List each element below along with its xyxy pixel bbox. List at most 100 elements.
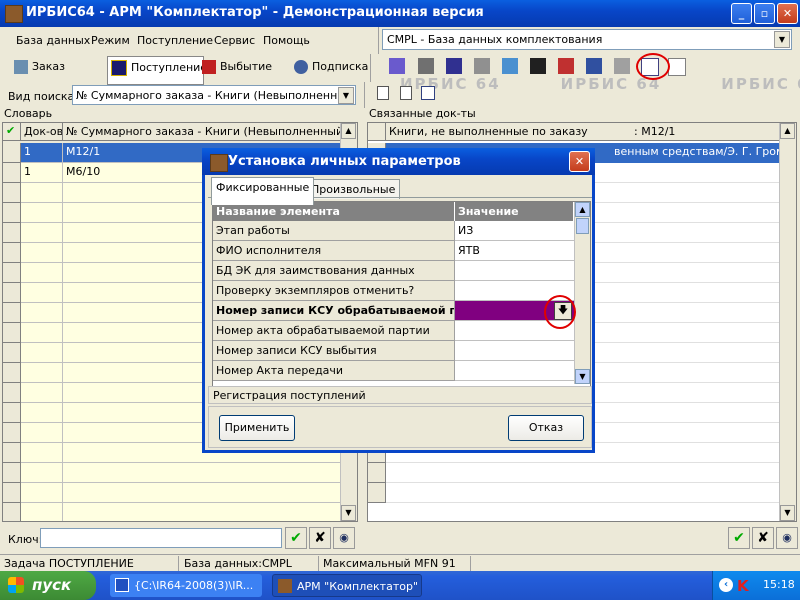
search-type-select[interactable]: № Суммарного заказа - Книги (Невыполненн… (72, 85, 356, 105)
view-icon[interactable]: ◉ (333, 527, 355, 549)
app-icon (5, 5, 23, 23)
tab-subscription[interactable]: Подписка (294, 60, 368, 84)
check-icon[interactable]: ✔ (3, 123, 21, 141)
divider (178, 556, 179, 571)
view-icon[interactable]: ◉ (776, 527, 798, 549)
close-button[interactable]: ✕ (777, 3, 798, 24)
document-icon[interactable] (389, 58, 405, 74)
divider (364, 82, 365, 108)
scroll-thumb[interactable] (576, 218, 589, 234)
book-icon[interactable] (586, 58, 602, 74)
scroll-down-icon[interactable]: ▼ (341, 505, 356, 521)
scroll-up-icon[interactable]: ▲ (341, 123, 356, 139)
restore-button[interactable]: ▫ (754, 3, 775, 24)
tab-fixed[interactable]: Фиксированные (211, 177, 315, 205)
tray-arrow-icon[interactable]: ‹ (719, 578, 733, 592)
row-count (21, 363, 63, 383)
start-button[interactable]: пуск (0, 571, 96, 600)
list-icon[interactable] (502, 58, 518, 74)
row-header (3, 323, 21, 343)
cancel-button[interactable]: Отказ (508, 415, 584, 441)
key-input[interactable] (40, 528, 282, 548)
table-row[interactable] (3, 503, 341, 521)
table-row[interactable] (386, 463, 782, 483)
info-panel: Регистрация поступлений (208, 386, 592, 404)
row-header-corner (368, 123, 386, 141)
menu-receipt[interactable]: Поступление (137, 34, 213, 47)
parameter-value[interactable] (455, 361, 574, 381)
refresh-icon[interactable] (668, 58, 686, 76)
tab-disposal[interactable]: Выбытие (202, 60, 272, 84)
table-row[interactable] (3, 483, 341, 503)
menu-help[interactable]: Помощь (263, 34, 310, 47)
vertical-scrollbar[interactable]: ▲ ▼ (574, 202, 590, 384)
taskbar-item-app[interactable]: АРМ "Комплектатор" (272, 574, 422, 597)
column-header-value[interactable]: Значение (455, 202, 574, 221)
print-icon[interactable] (418, 58, 434, 74)
column-header-value[interactable]: № Суммарного заказа - Книги (Невыполненн… (63, 123, 341, 141)
parameter-value[interactable]: ИЗ (455, 221, 574, 241)
menu-database[interactable]: База данных (16, 34, 90, 47)
parameter-row[interactable]: БД ЭК для заимствования данных (213, 261, 574, 281)
status-db: База данных:CMPL (184, 557, 292, 570)
database-select[interactable]: CMPL - База данных комплектования ▼ (382, 29, 792, 50)
parameter-row[interactable]: ФИО исполнителя ЯТВ (213, 241, 574, 261)
table-row[interactable] (3, 463, 341, 483)
row-header (3, 463, 21, 483)
vertical-scrollbar[interactable]: ▲ ▼ (779, 123, 796, 521)
scroll-down-icon[interactable]: ▼ (575, 369, 590, 384)
chevron-down-icon[interactable]: ▼ (338, 87, 354, 104)
parameter-row[interactable]: Проверку экземпляров отменить? (213, 281, 574, 301)
minimize-button[interactable]: _ (731, 3, 752, 24)
chevron-down-icon[interactable]: ▼ (774, 31, 790, 48)
scroll-up-icon[interactable]: ▲ (575, 202, 590, 217)
button-panel: Применить Отказ (208, 406, 592, 448)
dialog-close-button[interactable]: ✕ (569, 151, 590, 172)
tab-disposal-label: Выбытие (220, 60, 273, 73)
cancel-filter-icon[interactable]: ✘ (752, 527, 774, 549)
parameter-row[interactable]: Номер записи КСУ выбытия (213, 341, 574, 361)
tool-icon[interactable] (614, 58, 630, 74)
tab-custom[interactable]: Произвольные (306, 179, 401, 199)
parameter-row[interactable]: Этап работы ИЗ (213, 221, 574, 241)
row-count (21, 183, 63, 203)
cancel-filter-icon[interactable]: ✘ (309, 527, 331, 549)
parameters-grid[interactable]: Название элемента Значение Этап работы ИЗ… (212, 201, 591, 387)
column-header-count[interactable]: Док-ов (21, 123, 63, 141)
app-icon (278, 579, 292, 593)
confirm-icon[interactable]: ✔ (285, 527, 307, 549)
tab-order[interactable]: Заказ (14, 60, 65, 84)
parameter-value[interactable]: ЯТВ (455, 241, 574, 261)
report-icon[interactable] (530, 58, 546, 74)
new-document-icon[interactable] (377, 86, 389, 100)
copy-icon[interactable] (446, 58, 462, 74)
pages-icon[interactable] (474, 58, 490, 74)
antivirus-icon[interactable]: K (737, 577, 749, 595)
tab-order-label: Заказ (32, 60, 66, 73)
parameter-row[interactable]: Номер Акта передачи (213, 361, 574, 381)
row-header (3, 263, 21, 283)
menu-service[interactable]: Сервис (214, 34, 255, 47)
scroll-up-icon[interactable]: ▲ (780, 123, 795, 139)
scroll-down-icon[interactable]: ▼ (780, 505, 795, 521)
tree-icon[interactable] (421, 86, 435, 100)
tab-receipt[interactable]: Поступление (107, 56, 207, 85)
subscription-icon (294, 60, 308, 74)
parameter-row[interactable]: Номер записи КСУ обрабатываемой партии🡇 (213, 301, 574, 321)
parameter-value[interactable] (455, 341, 574, 361)
table-row[interactable] (386, 483, 782, 503)
taskbar-item-label: АРМ "Комплектатор" (297, 580, 419, 593)
taskbar-item-folder[interactable]: {C:\IR64-2008(3)\IR... (110, 574, 262, 597)
apply-button[interactable]: Применить (219, 415, 295, 441)
dialog-title: Установка личных параметров (228, 154, 461, 169)
export-icon[interactable] (558, 58, 574, 74)
blank-page-icon[interactable] (400, 86, 412, 100)
parameter-value[interactable] (455, 261, 574, 281)
confirm-icon[interactable]: ✔ (728, 527, 750, 549)
parameter-row[interactable]: Номер акта обрабатываемой партии (213, 321, 574, 341)
database-select-value: CMPL - База данных комплектования (387, 33, 603, 46)
menu-mode[interactable]: Режим (91, 34, 130, 47)
linked-row-text: венным средствам/Э. Г. Громов (614, 145, 782, 158)
row-count: 1 (21, 143, 63, 163)
column-header-linked[interactable]: Книги, не выполненные по заказу : M12/1 (386, 123, 782, 141)
